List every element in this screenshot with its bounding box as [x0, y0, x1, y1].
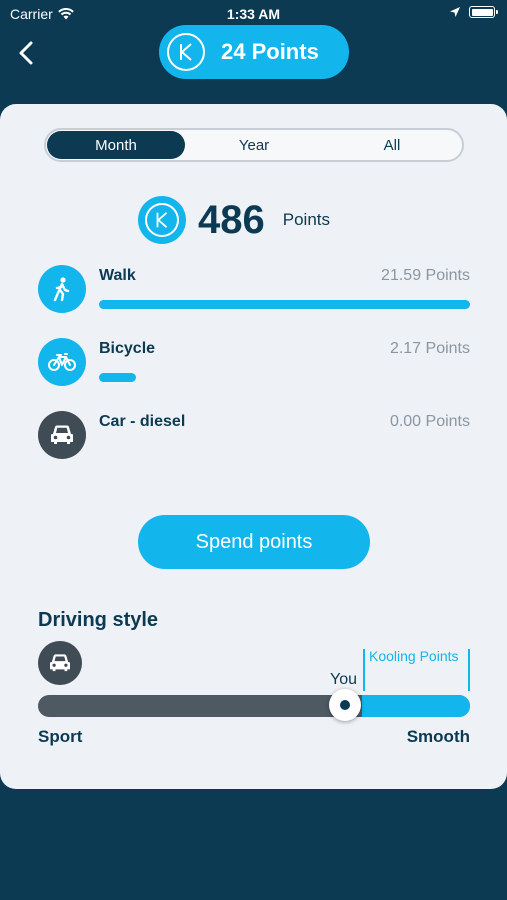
points-card: Month Year All 486 Points Walk 21.59 Poi…	[0, 104, 507, 789]
car-icon	[38, 641, 82, 685]
smooth-label: Smooth	[406, 727, 470, 746]
tab-year[interactable]: Year	[185, 131, 323, 159]
driving-style-indicator[interactable]	[329, 689, 361, 721]
activity-car-diesel[interactable]: Car - diesel 0.00 Points	[38, 411, 470, 461]
activity-progress-bar	[99, 300, 470, 309]
location-arrow-icon	[450, 7, 460, 17]
activity-bicycle[interactable]: Bicycle 2.17 Points	[38, 338, 470, 388]
bicycle-icon	[38, 338, 86, 386]
activity-name: Walk	[99, 267, 136, 284]
status-bar: Carrier 1:33 AM	[0, 0, 507, 28]
activity-name: Bicycle	[99, 340, 156, 357]
tab-month[interactable]: Month	[47, 131, 185, 159]
walk-icon	[38, 265, 86, 313]
kooling-points-label: Kooling Points	[369, 648, 459, 664]
total-points-unit: Points	[282, 210, 330, 229]
activity-walk[interactable]: Walk 21.59 Points	[38, 265, 470, 315]
activity-points: 21.59 Points	[381, 267, 470, 284]
kooling-zone	[362, 695, 470, 717]
activity-name: Car - diesel	[99, 413, 186, 430]
driving-style-track	[38, 695, 470, 717]
sport-label: Sport	[38, 727, 83, 746]
chevron-left-icon	[19, 41, 33, 65]
tab-all[interactable]: All	[323, 131, 461, 159]
you-marker-label: You	[330, 671, 357, 688]
points-balance-label: 24 Points	[221, 39, 319, 64]
points-balance-pill[interactable]: 24 Points	[159, 25, 349, 79]
total-points: 486 Points	[138, 196, 330, 244]
total-points-value: 486	[198, 197, 265, 242]
activity-points: 0.00 Points	[389, 413, 470, 430]
car-icon	[38, 411, 86, 459]
driving-style-title: Driving style	[38, 609, 159, 631]
clock: 1:33 AM	[226, 6, 281, 22]
spend-points-button[interactable]: Spend points	[138, 515, 370, 569]
kooling-range-end-tick	[468, 649, 470, 691]
kooling-logo-icon	[167, 33, 205, 71]
period-selector: Month Year All	[44, 128, 464, 162]
activity-points: 2.17 Points	[389, 340, 470, 357]
activity-progress-bar	[99, 373, 136, 382]
kooling-points-icon	[138, 196, 186, 244]
back-button[interactable]	[12, 36, 40, 70]
kooling-range-start-tick	[363, 649, 365, 691]
battery-icon	[469, 6, 498, 18]
